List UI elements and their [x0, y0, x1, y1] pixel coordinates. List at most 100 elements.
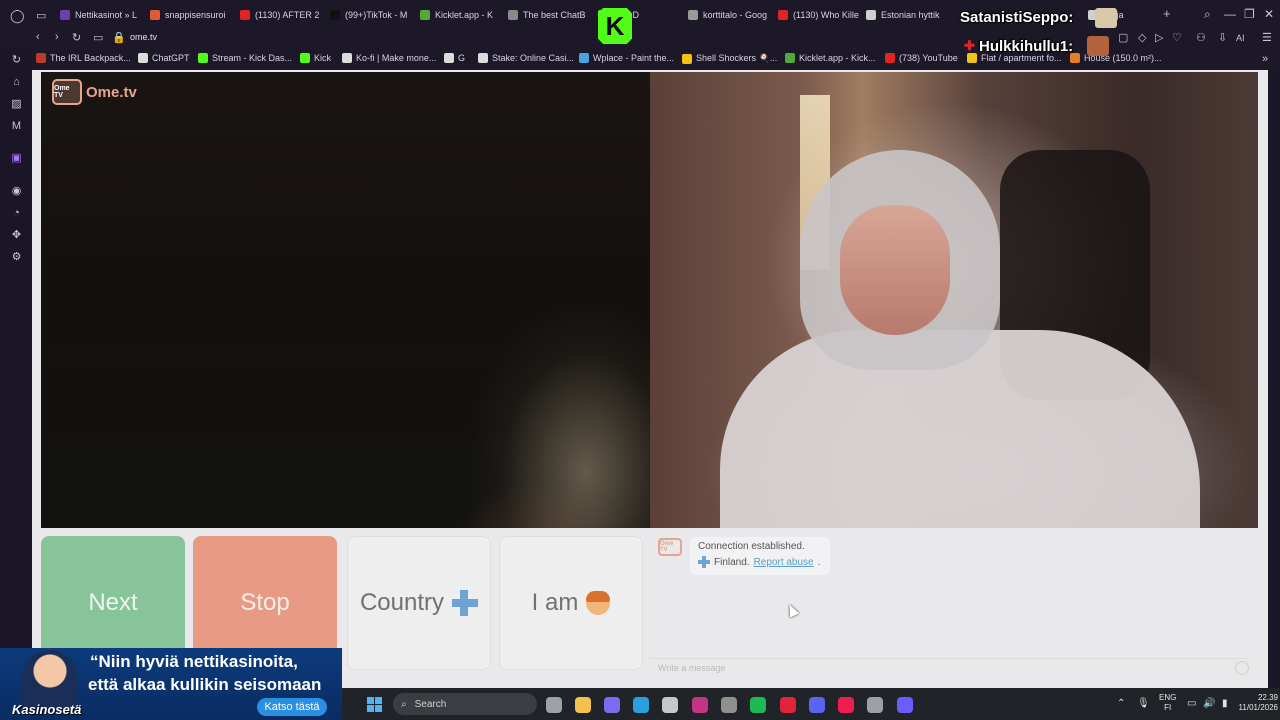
extensions-icon[interactable]: ✥	[10, 229, 23, 242]
bookmark-item[interactable]: G	[444, 53, 465, 63]
shield-icon[interactable]: ◇	[1138, 31, 1146, 44]
chevron-up-icon[interactable]: ⌃	[1117, 698, 1125, 709]
apps-icon[interactable]: ⌂	[10, 76, 23, 89]
bookmark-item[interactable]: Ko-fi | Make mone...	[342, 53, 436, 63]
kick-logo: K	[598, 8, 632, 44]
bookmark-item[interactable]: Wplace - Paint the...	[579, 53, 674, 63]
battery-icon[interactable]: ▮	[1222, 698, 1228, 709]
heart-icon[interactable]: ♡	[1172, 31, 1182, 44]
spotify-icon[interactable]	[750, 697, 766, 713]
country-label: Country	[359, 589, 445, 616]
back-icon[interactable]: ‹	[36, 31, 40, 43]
opera-icon[interactable]: ◯	[10, 8, 25, 24]
refresh-sidebar-icon[interactable]: ↻	[10, 54, 23, 67]
country-button[interactable]: Country	[347, 536, 491, 670]
edge-icon[interactable]	[633, 697, 649, 713]
i-am-button[interactable]: I am	[499, 536, 643, 670]
tab-label: (99+)TikTok - M	[345, 10, 408, 20]
bookmark-item[interactable]: Shell Shockers 🍳...	[682, 53, 777, 64]
new-tab-icon[interactable]: +	[1163, 6, 1171, 21]
bookmark-item[interactable]: Stream - Kick Das...	[198, 53, 292, 63]
tab-favicon-icon	[240, 10, 250, 20]
player-icon[interactable]: ◉	[10, 185, 23, 198]
clock-app-icon[interactable]	[721, 697, 737, 713]
instagram-icon[interactable]	[692, 697, 708, 713]
keyboard-layout: FI	[1164, 703, 1172, 712]
settings-icon[interactable]: ⚙	[10, 251, 23, 264]
maximize-icon[interactable]: ❐	[1244, 7, 1255, 21]
bookmark-item[interactable]: The IRL Backpack...	[36, 53, 131, 63]
chat-user-satanistiseppo: SatanistiSeppo:	[960, 9, 1074, 26]
ai-icon[interactable]: AI	[1236, 33, 1245, 43]
ometv-logo-icon: Ome TV	[52, 79, 82, 105]
browser-tab[interactable]: Kicklet.app - K	[420, 6, 504, 24]
tab-favicon-icon	[866, 10, 876, 20]
menu-icon[interactable]: ☰	[1262, 31, 1272, 44]
task-view-icon[interactable]	[546, 697, 562, 713]
close-icon[interactable]: ✕	[1264, 7, 1274, 21]
system-clock[interactable]: 22.39 11/01/2026	[1238, 693, 1278, 713]
clock-date: 11/01/2026	[1238, 703, 1278, 712]
m-icon[interactable]: M	[10, 120, 23, 133]
browser-tab[interactable]: (1130) Who Kille	[778, 6, 862, 24]
discord-icon[interactable]	[809, 697, 825, 713]
bookmark-item[interactable]: Stake: Online Casi...	[478, 53, 574, 63]
tab-label: Nettikasinot » L	[75, 10, 138, 20]
search-tabs-icon[interactable]: ⌕	[1204, 7, 1211, 22]
bookmark-label: Wplace - Paint the...	[593, 53, 675, 63]
reload-icon[interactable]: ↻	[72, 31, 81, 44]
browser-tab[interactable]: (1130) AFTER 2	[240, 6, 324, 24]
forward-icon[interactable]: ›	[55, 31, 59, 43]
bookmark-item[interactable]: Kicklet.app - Kick...	[785, 53, 876, 63]
next-label: Next	[88, 589, 138, 616]
browser-tab[interactable]: (99+)TikTok - M	[330, 6, 414, 24]
bookmark-favicon-icon	[785, 53, 795, 63]
red-cross-icon: ✚	[964, 38, 975, 53]
ad-cta-button[interactable]: Katso tästä	[257, 698, 327, 716]
store-icon[interactable]	[662, 697, 678, 713]
speaker-icon[interactable]: 🔊	[1203, 698, 1215, 709]
browser-tab[interactable]: korttitalo - Goog	[688, 6, 772, 24]
bookmark-label: G	[458, 53, 466, 63]
play-icon[interactable]: ▷	[1155, 31, 1163, 44]
snapshot-icon[interactable]: ▢	[1118, 31, 1128, 44]
url-field[interactable]: ome.tv	[130, 32, 157, 42]
history-icon[interactable]: ◔	[10, 207, 23, 220]
bookmark-favicon-icon	[300, 53, 310, 63]
ometv-logo[interactable]: Ome TV Ome.tv	[52, 78, 142, 106]
windows-start-icon[interactable]	[367, 697, 382, 712]
profile-icon[interactable]: ⚇	[1196, 31, 1206, 44]
download-icon[interactable]: ⇩	[1218, 31, 1227, 44]
message-input[interactable]: Write a message	[650, 658, 1250, 678]
minimize-icon[interactable]: —	[1224, 7, 1236, 21]
bookmark-item[interactable]: ChatGPT	[138, 53, 190, 63]
twitch-icon[interactable]: ▣	[10, 152, 23, 165]
bookmark-item[interactable]: (738) YouTube	[885, 53, 958, 63]
copilot-icon[interactable]	[604, 697, 620, 713]
file-explorer-icon[interactable]	[575, 697, 591, 713]
camera-icon[interactable]: ▭	[93, 31, 103, 44]
settings-icon[interactable]	[867, 697, 883, 713]
taskbar-search[interactable]: ⌕ Search	[393, 693, 537, 715]
bookmark-label: ChatGPT	[152, 53, 190, 63]
tiktok-icon[interactable]	[838, 697, 854, 713]
browser-tab[interactable]: Nettikasinot » L	[60, 6, 144, 24]
display-icon[interactable]: ▭	[1187, 698, 1196, 709]
bookmark-item[interactable]: House (150.0 m²)...	[1070, 53, 1162, 63]
opera-icon[interactable]	[780, 697, 796, 713]
cube-icon[interactable]: ▨	[10, 98, 23, 111]
emoji-icon[interactable]	[1235, 661, 1249, 675]
tab-overview-icon[interactable]: ▭	[36, 9, 46, 22]
browser-tab[interactable]: Estonian hyttik	[866, 6, 950, 24]
microphone-icon[interactable]: 🎙	[1137, 698, 1150, 709]
vpn-icon[interactable]	[897, 697, 913, 713]
report-abuse-link[interactable]: Report abuse	[754, 557, 814, 568]
bookmark-item[interactable]: Kick	[300, 53, 331, 63]
browser-tab[interactable]: snappisensuroi	[150, 6, 234, 24]
browser-tab[interactable]: The best ChatB	[508, 6, 592, 24]
partner-country: Finland.	[714, 556, 750, 568]
more-bookmarks-icon[interactable]: »	[1262, 53, 1268, 65]
system-message: Connection established. Finland. Report …	[690, 537, 830, 575]
language-indicator[interactable]: ENG FI	[1159, 693, 1176, 713]
connection-status: Connection established.	[698, 541, 805, 552]
